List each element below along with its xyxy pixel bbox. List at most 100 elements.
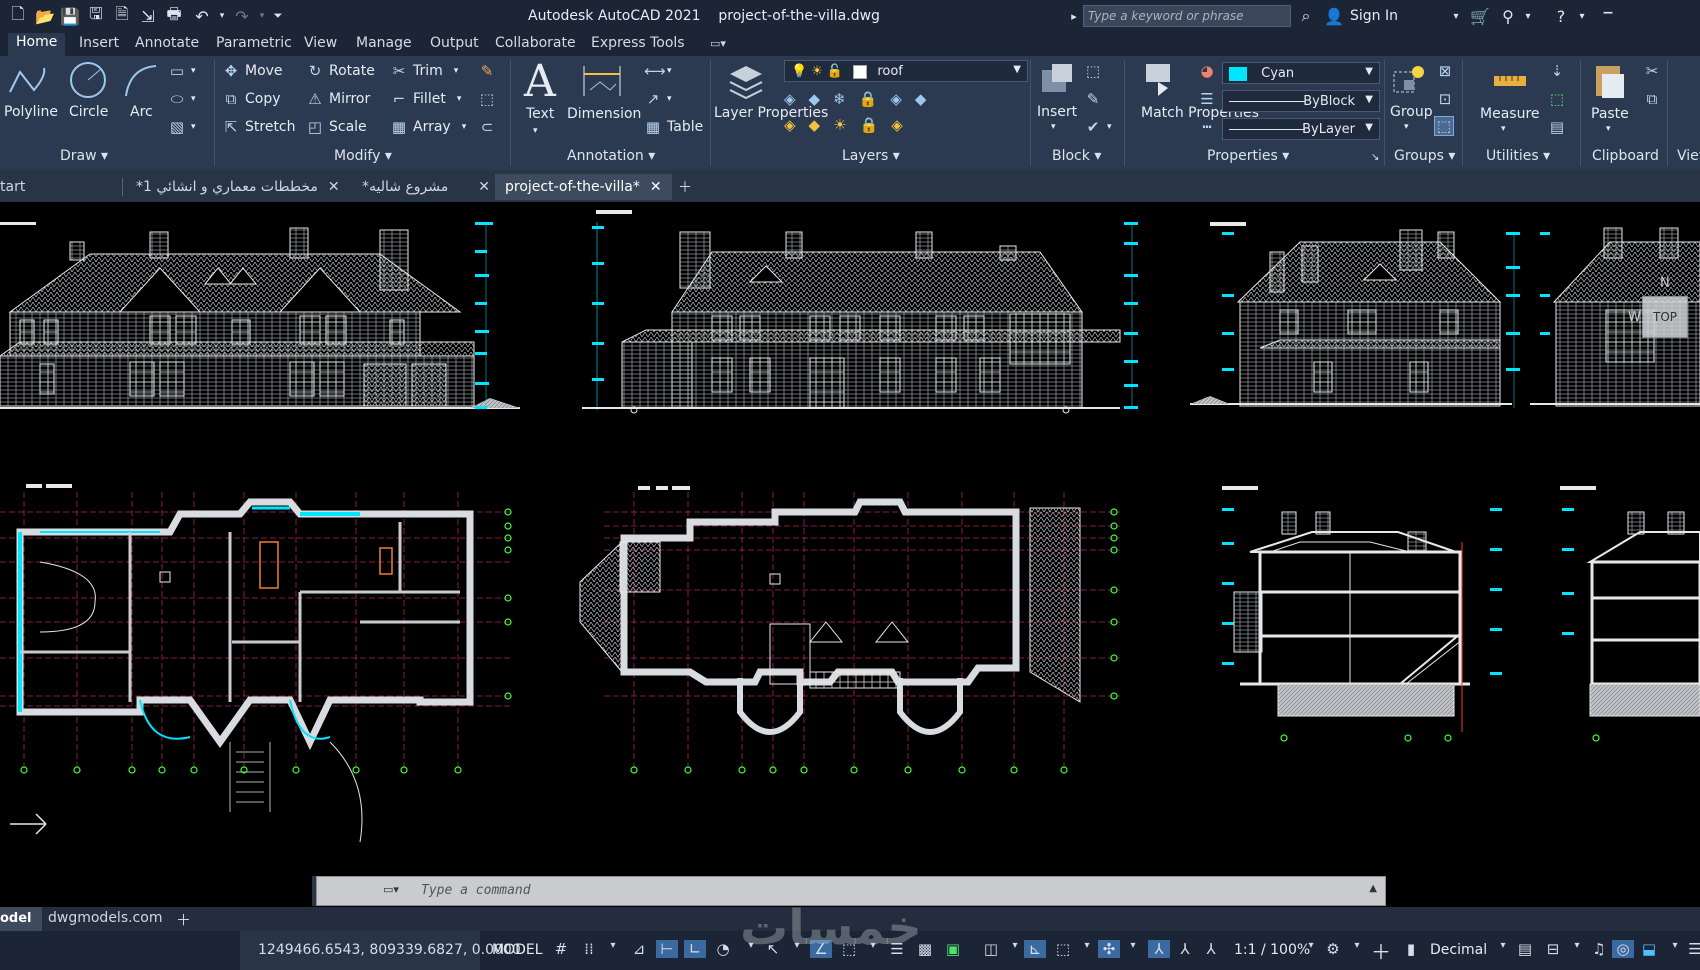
customize-quick-access-icon[interactable]: ⏷ [268, 6, 288, 26]
hatch-tool[interactable]: ▧ ▾ [168, 118, 196, 136]
close-icon[interactable]: ✕ [650, 179, 662, 195]
group-button[interactable]: Group [1390, 104, 1433, 120]
export-icon[interactable]: 🗎 [112, 4, 132, 26]
sign-in-dropdown-icon[interactable]: ▾ [1446, 6, 1466, 26]
search-expand-icon[interactable]: ▸ [1064, 6, 1084, 26]
app-dropdown-icon[interactable]: ▾ [1518, 6, 1538, 26]
copy-button[interactable]: ⧉ Copy [222, 90, 281, 108]
auto-scale-icon[interactable]: ⅄ [1174, 940, 1196, 958]
graphics-performance-icon[interactable]: ◎ [1612, 940, 1634, 958]
redo-icon[interactable]: ↷ [232, 6, 252, 26]
select-all-button[interactable]: ⬚ [1548, 90, 1566, 108]
tab-drawing-2[interactable]: مشروع شاليه* ✕ [362, 174, 490, 200]
tab-model[interactable]: odel [0, 907, 42, 931]
add-layout-plus-icon[interactable]: ＋ [176, 909, 191, 930]
tab-express-tools[interactable]: Express Tools [591, 35, 685, 51]
ortho-icon[interactable]: ∟ [684, 940, 706, 958]
save-icon[interactable]: 💾 [60, 6, 80, 26]
groups-panel-footer[interactable]: Groups ▾ [1394, 148, 1455, 164]
lineweight-button[interactable]: ☰ [1198, 90, 1216, 108]
customization-icon[interactable]: ☰ [1684, 940, 1700, 958]
group-select-toggle[interactable]: ⬚ [1434, 116, 1454, 136]
chevron-down-icon[interactable]: ▾ [1004, 940, 1026, 951]
selection-cycling-icon[interactable]: ▣ [942, 940, 964, 958]
stretch-button[interactable]: ⇱ Stretch [222, 118, 296, 136]
text-button[interactable]: Text [526, 106, 554, 122]
paste-button[interactable]: Paste [1591, 106, 1629, 122]
close-icon[interactable]: ✕ [478, 179, 490, 195]
new-tab-button[interactable]: ＋ [678, 174, 692, 200]
autodesk-app-icon[interactable]: ⚲ [1498, 6, 1518, 26]
close-icon[interactable]: ✕ [328, 179, 340, 195]
chevron-down-icon[interactable]: ▾ [1664, 940, 1686, 951]
search-input[interactable]: Type a keyword or phrase [1083, 5, 1291, 27]
trim-button[interactable]: ✂ Trim ▾ [390, 62, 459, 80]
properties-launcher-icon[interactable]: ↘ [1371, 152, 1379, 163]
tab-collaborate[interactable]: Collaborate [495, 35, 576, 51]
annotation-monitor-plus-icon[interactable]: ＋ [1370, 936, 1392, 965]
snap-icon[interactable]: ⁞⁞ [578, 940, 600, 958]
linetype-button[interactable]: ┅ [1198, 118, 1216, 136]
tab-insert[interactable]: Insert [79, 35, 119, 51]
tab-home[interactable]: Home [8, 33, 66, 56]
3d-osnap-icon[interactable]: ◫ [980, 940, 1002, 958]
erase-button[interactable]: ✎ [478, 62, 496, 80]
polyline-button[interactable]: Polyline [4, 104, 58, 120]
layer-tools-row-2[interactable]: ◈◆☀🔒◈ [784, 116, 1024, 138]
tab-start[interactable]: tart [0, 174, 25, 200]
quick-select-button[interactable]: ⇣ [1548, 62, 1566, 80]
layers-panel-footer[interactable]: Layers ▾ [842, 148, 900, 164]
copy-clip-button[interactable]: ⧉ [1643, 90, 1661, 108]
quick-properties-icon[interactable]: ▤ [1514, 940, 1536, 958]
viewcube-top-face[interactable]: TOP [1642, 296, 1688, 338]
chevron-down-icon[interactable]: ▾ [1300, 940, 1322, 951]
mirror-button[interactable]: ⚠ Mirror [306, 90, 370, 108]
command-input[interactable]: Type a command [421, 883, 531, 898]
edit-block-button[interactable]: ✎ [1084, 90, 1102, 108]
help-dropdown-icon[interactable]: ▾ [1572, 6, 1592, 26]
rectangle-tool[interactable]: ▭ ▾ [168, 62, 196, 80]
chevron-down-icon[interactable]: ▾ [1566, 940, 1588, 951]
gizmo-icon[interactable]: ✣ [1098, 940, 1120, 958]
fillet-button[interactable]: ⌐ Fillet ▾ [390, 90, 462, 108]
annotation-panel-footer[interactable]: Annotation ▾ [567, 148, 655, 164]
offset-button[interactable]: ⊂ [478, 118, 496, 136]
color-dropdown[interactable]: Cyan ▼ [1222, 62, 1380, 84]
chevron-down-icon[interactable]: ▾ [1076, 940, 1098, 951]
units-icon[interactable]: ▮ [1400, 940, 1422, 958]
color-wheel-button[interactable]: ◕ [1198, 62, 1216, 80]
cart-icon[interactable]: 🛒 [1470, 6, 1490, 26]
table-button[interactable]: ▦ Table [644, 118, 703, 136]
selection-filter-icon[interactable]: ⬚ [1052, 940, 1074, 958]
undo-dropdown-icon[interactable]: ▾ [212, 6, 232, 26]
chevron-down-icon[interactable]: ▾ [1122, 940, 1144, 951]
cut-button[interactable]: ✂ [1643, 62, 1661, 80]
dimension-button[interactable]: Dimension [567, 106, 641, 122]
minimize-icon[interactable]: – [1598, 0, 1618, 25]
clipboard-panel-footer[interactable]: Clipboard [1592, 148, 1659, 164]
workspace-gear-icon[interactable]: ⚙ [1322, 940, 1344, 958]
tab-annotate[interactable]: Annotate [135, 35, 199, 51]
explode-button[interactable]: ⬚ [478, 90, 496, 108]
lock-ui-icon[interactable]: ⊟ [1542, 940, 1564, 958]
tab-project-of-the-villa[interactable]: project-of-the-villa* ✕ [495, 174, 672, 200]
chevron-down-icon[interactable]: ▾ [602, 940, 624, 951]
ribbon-display-toggle-icon[interactable]: ▭▾ [710, 37, 726, 50]
view-panel-footer[interactable]: View [1677, 148, 1700, 164]
chevron-down-icon[interactable]: ▾ [1346, 940, 1368, 951]
viewcube[interactable]: TOP N W [1628, 254, 1700, 374]
tab-layout-dwgmodels[interactable]: dwgmodels.com [48, 910, 162, 926]
grid-icon[interactable]: # [550, 940, 572, 958]
rotate-button[interactable]: ↻ Rotate [306, 62, 375, 80]
create-block-button[interactable]: ⬚ [1084, 62, 1102, 80]
dynamic-ucs-icon[interactable]: ⊾ [1024, 940, 1046, 958]
insert-button[interactable]: Insert [1037, 104, 1077, 120]
edit-attributes-button[interactable]: ✔ ▾ [1084, 118, 1112, 136]
group-edit-button[interactable]: ⊡ [1436, 90, 1454, 108]
user-icon[interactable]: 👤 [1324, 6, 1344, 26]
linear-dimension-tool[interactable]: ⟷ ▾ [644, 62, 672, 80]
annotation-scale-value[interactable]: 1:1 / 100% [1234, 942, 1310, 958]
layer-dropdown[interactable]: 💡 ☀ 🔓 roof ▼ [784, 60, 1028, 82]
linetype-dropdown[interactable]: ByLayer ▼ [1222, 118, 1380, 140]
ungroup-button[interactable]: ⊠ [1436, 62, 1454, 80]
